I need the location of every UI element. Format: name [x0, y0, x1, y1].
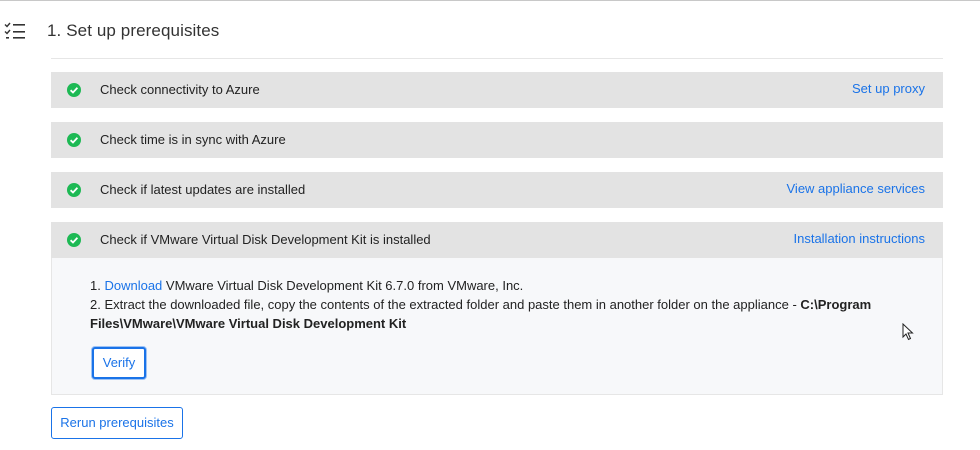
check-row-vddk[interactable]: Check if VMware Virtual Disk Development… — [51, 222, 943, 258]
check-row-time-sync: Check time is in sync with Azure — [51, 122, 943, 158]
check-row-updates: Check if latest updates are installed Vi… — [51, 172, 943, 208]
installation-instructions-link[interactable]: Installation instructions — [793, 231, 925, 246]
instruction-step-2: 2. Extract the downloaded file, copy the… — [90, 297, 872, 331]
check-success-icon — [67, 133, 81, 147]
download-link[interactable]: Download — [104, 278, 162, 293]
vddk-instructions-panel: 1. Download VMware Virtual Disk Developm… — [51, 258, 943, 395]
check-success-icon — [67, 233, 81, 247]
instruction-step-1: 1. Download VMware Virtual Disk Developm… — [90, 278, 524, 293]
top-divider — [0, 0, 980, 1]
check-row-connectivity: Check connectivity to Azure Set up proxy — [51, 72, 943, 108]
check-success-icon — [67, 183, 81, 197]
verify-button[interactable]: Verify — [92, 347, 146, 379]
view-appliance-services-link[interactable]: View appliance services — [787, 181, 926, 196]
set-up-proxy-link[interactable]: Set up proxy — [852, 81, 925, 96]
check-success-icon — [67, 83, 81, 97]
section-divider — [51, 58, 943, 59]
section-header: 1. Set up prerequisites — [0, 14, 980, 50]
instructions-text: 1. Download VMware Virtual Disk Developm… — [90, 276, 910, 333]
check-label: Check time is in sync with Azure — [100, 132, 286, 147]
check-label: Check if latest updates are installed — [100, 182, 306, 197]
check-label: Check if VMware Virtual Disk Development… — [100, 232, 431, 247]
check-label: Check connectivity to Azure — [100, 82, 260, 97]
mouse-pointer-icon — [902, 323, 914, 341]
checklist-icon — [4, 22, 25, 39]
section-title: 1. Set up prerequisites — [47, 21, 220, 40]
rerun-prerequisites-button[interactable]: Rerun prerequisites — [51, 407, 183, 439]
